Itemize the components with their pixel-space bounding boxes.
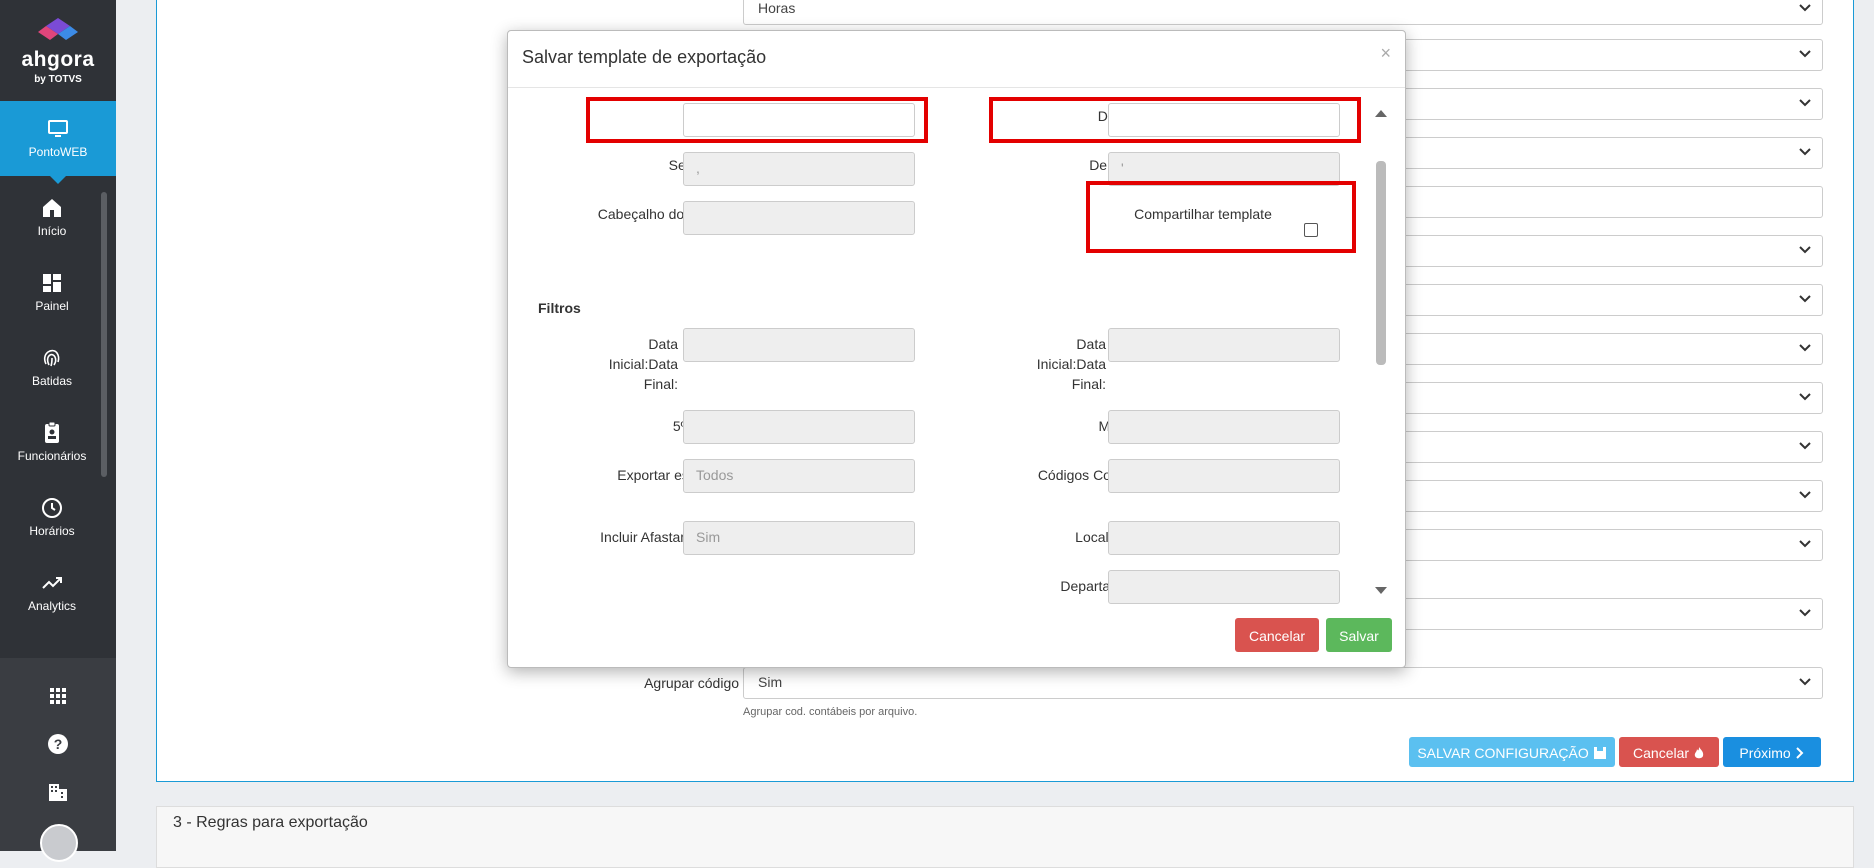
chevron-right-icon xyxy=(1795,747,1804,759)
modal-scrollbar-thumb[interactable] xyxy=(1376,161,1386,365)
sidebar-item-pontoweb[interactable]: PontoWEB xyxy=(0,101,116,184)
home-icon xyxy=(43,199,61,217)
agrupar-codigo-help: Agrupar cod. contábeis por arquivo. xyxy=(743,706,918,718)
save-config-button[interactable]: SALVAR CONFIGURAÇÃO xyxy=(1409,737,1615,767)
data-right-input[interactable] xyxy=(1108,328,1340,362)
sidebar-item-label: Funcionários xyxy=(17,449,87,463)
chevron-down-icon xyxy=(1799,393,1811,401)
sidebar-item-label: Horários xyxy=(29,524,75,538)
badge-icon xyxy=(45,421,59,443)
chevron-down-icon xyxy=(1799,50,1811,58)
modal-header: Salvar template de exportação × xyxy=(508,31,1405,88)
compartilhar-label: Compartilhar template xyxy=(1134,206,1272,222)
chevron-down-icon xyxy=(1799,4,1811,12)
modal-save-button[interactable]: Salvar xyxy=(1326,618,1392,652)
scroll-up-icon[interactable] xyxy=(1374,108,1388,118)
quinto-dia-input[interactable] xyxy=(683,410,915,444)
agrupar-codigo-value: Sim xyxy=(758,674,783,690)
ahgora-logo[interactable]: ahgora by TOTVS xyxy=(0,18,116,85)
modal-cancel-button[interactable]: Cancelar xyxy=(1235,618,1319,652)
exibir-faltas-select[interactable]: Horas xyxy=(743,0,1823,25)
next-label: Próximo xyxy=(1739,745,1791,761)
logo-mark-icon xyxy=(38,18,78,40)
section-regras-exportacao[interactable]: 3 - Regras para exportação xyxy=(156,806,1854,868)
chevron-down-icon xyxy=(1799,609,1811,617)
floppy-icon xyxy=(1593,747,1606,759)
trending-up-icon xyxy=(42,577,62,589)
sidebar-item-label: Início xyxy=(37,224,67,238)
sidebar-item-label: PontoWEB xyxy=(28,145,88,159)
scroll-down-icon[interactable] xyxy=(1374,586,1388,596)
svg-text:?: ? xyxy=(54,736,63,752)
sidebar-bottom: ? xyxy=(0,658,116,862)
sidebar-item-label: Painel xyxy=(35,299,69,313)
logo-word: ahgora xyxy=(21,48,95,71)
cancel-config-button[interactable]: Cancelar xyxy=(1619,737,1719,767)
sidebar-item-horarios[interactable]: Horários xyxy=(0,496,104,566)
exportar-espelhos-input[interactable]: Todos xyxy=(683,459,915,493)
avatar[interactable] xyxy=(40,824,78,862)
chevron-down-icon xyxy=(1799,295,1811,303)
compartilhar-checkbox[interactable] xyxy=(1304,223,1318,237)
sidebar-scrollbar[interactable] xyxy=(101,192,107,477)
modal-footer: Cancelar Salvar xyxy=(508,604,1405,667)
highlight-descricao xyxy=(989,97,1361,143)
fingerprint-icon xyxy=(43,349,60,367)
matricula-input[interactable] xyxy=(1108,410,1340,444)
chevron-down-icon xyxy=(1799,678,1811,686)
save-template-modal: Salvar template de exportação × Nome Des… xyxy=(507,30,1406,668)
chevron-down-icon xyxy=(1799,442,1811,450)
save-config-label: SALVAR CONFIGURAÇÃO xyxy=(1417,745,1589,761)
chevron-down-icon xyxy=(1799,540,1811,548)
chevron-down-icon xyxy=(1799,246,1811,254)
data-left-input[interactable] xyxy=(683,328,915,362)
sidebar-item-painel[interactable]: Painel xyxy=(0,271,104,341)
section-title: 3 - Regras para exportação xyxy=(173,814,368,831)
sidebar-item-inicio[interactable]: Início xyxy=(0,196,104,266)
incluir-afastamentos-input[interactable]: Sim xyxy=(683,521,915,555)
apps-grid-icon[interactable] xyxy=(46,684,70,708)
codigos-contabeis-input[interactable] xyxy=(1108,459,1340,493)
fire-icon xyxy=(1694,747,1704,759)
filtros-heading: Filtros xyxy=(538,300,581,316)
cabecalho-input[interactable] xyxy=(683,201,915,235)
clock-icon xyxy=(42,498,62,518)
chevron-down-icon xyxy=(1799,491,1811,499)
logo-sub: by TOTVS xyxy=(34,74,82,85)
data-left-label: Data Inicial:Data Final: xyxy=(608,336,678,392)
sidebar-item-label: Analytics xyxy=(27,599,77,613)
modal-body: Nome Descrição Separador , Delimitador '… xyxy=(508,88,1405,604)
agrupar-codigo-select[interactable]: Sim xyxy=(743,667,1823,699)
building-icon[interactable] xyxy=(46,780,70,804)
chevron-down-icon xyxy=(1799,99,1811,107)
sidebar-item-funcionarios[interactable]: Funcionários xyxy=(0,421,104,491)
next-button[interactable]: Próximo xyxy=(1723,737,1821,767)
chevron-down-icon xyxy=(1799,148,1811,156)
help-icon[interactable]: ? xyxy=(46,732,70,756)
close-icon[interactable]: × xyxy=(1380,43,1391,64)
sidebar-item-label: Batidas xyxy=(31,374,73,388)
modal-title: Salvar template de exportação xyxy=(522,47,767,67)
sidebar-item-batidas[interactable]: Batidas xyxy=(0,346,104,416)
departamentos-input[interactable] xyxy=(1108,570,1340,604)
monitor-icon xyxy=(48,120,68,137)
exibir-faltas-value: Horas xyxy=(758,0,796,16)
separador-input[interactable]: , xyxy=(683,152,915,186)
localizacoes-input[interactable] xyxy=(1108,521,1340,555)
sidebar-item-analytics[interactable]: Analytics xyxy=(0,571,104,641)
sidebar: ahgora by TOTVS PontoWEB Início Painel B… xyxy=(0,0,116,862)
highlight-nome xyxy=(586,97,928,143)
dashboard-icon xyxy=(43,274,61,292)
cancel-config-label: Cancelar xyxy=(1633,745,1690,761)
chevron-down-icon xyxy=(1799,344,1811,352)
data-right-label: Data Inicial:Data Final: xyxy=(1036,336,1106,392)
